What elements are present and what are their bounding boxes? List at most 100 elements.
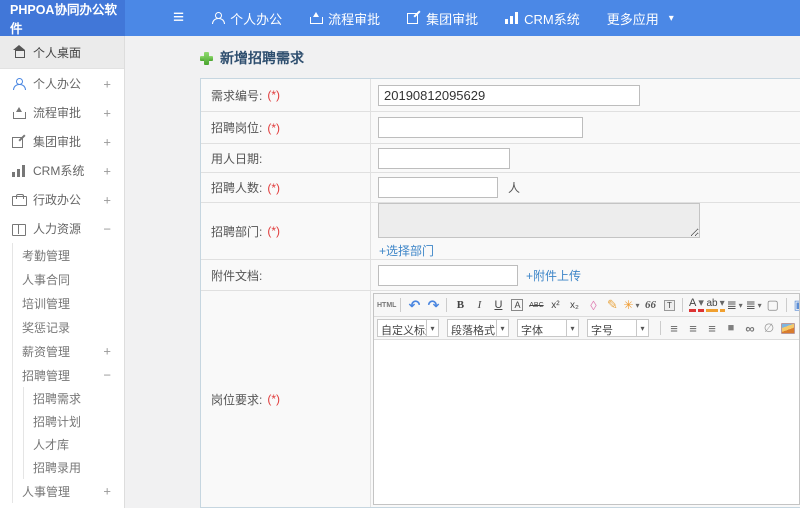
sidebar-item-reward-punish[interactable]: 奖惩记录 [13, 315, 124, 339]
field-label-text: 招聘部门: [211, 224, 263, 239]
eraser-button[interactable]: ◊ [584, 296, 602, 315]
caret-down-icon: ▾ [637, 319, 649, 337]
sidebar-item-label: 奖惩记录 [22, 320, 71, 335]
nav-label: CRM系统 [524, 11, 580, 27]
italic-button[interactable]: I [470, 296, 488, 315]
auto-typeset-button[interactable]: ✳ ▾ [622, 296, 640, 315]
sidebar-item-recruit-demand[interactable]: 招聘需求 [24, 387, 124, 410]
expand-icon[interactable]: + [103, 484, 111, 499]
app-logo[interactable]: PHPOA协同办公软件 [0, 0, 125, 36]
sidebar-item-workflow-approval[interactable]: 流程审批 + [0, 98, 124, 127]
sidebar-item-attendance[interactable]: 考勤管理 [13, 243, 124, 267]
sidebar-item-recruit-hire[interactable]: 招聘录用 [24, 456, 124, 479]
align-center-button[interactable]: ≡ [684, 319, 702, 338]
sidebar-item-hr-contract[interactable]: 人事合同 [13, 267, 124, 291]
expand-icon[interactable]: + [103, 344, 111, 359]
paste-text-button[interactable]: T [660, 296, 678, 315]
sidebar-item-admin-office[interactable]: 行政办公 + [0, 185, 124, 214]
attachment-input[interactable] [378, 264, 518, 286]
upload-attachment-link[interactable]: +附件上传 [526, 267, 581, 284]
blockquote-button[interactable]: 66 [641, 296, 659, 315]
sidebar-item-label: 薪资管理 [22, 344, 71, 359]
collapse-icon[interactable]: − [103, 368, 111, 383]
sidebar-item-talent-pool[interactable]: 人才库 [24, 433, 124, 456]
nav-personal-office[interactable]: 个人办公 [211, 9, 282, 28]
highlight-color-button[interactable]: ab ▾ [706, 296, 725, 315]
blank-page-button[interactable]: ▢ [764, 296, 782, 315]
sidebar-item-label: 个人桌面 [33, 45, 82, 60]
select-value: 自定义标题 [377, 319, 427, 337]
demand-no-input[interactable] [378, 84, 640, 106]
snapshot-button[interactable] [798, 319, 799, 338]
sidebar-item-group-approval[interactable]: 集团审批 + [0, 127, 124, 156]
nav-more-apps[interactable]: 更多应用 ▾ [607, 9, 674, 28]
sidebar-item-personnel[interactable]: 人事管理 + [13, 479, 124, 503]
field-label: 岗位要求: (*) [201, 291, 371, 507]
edit-icon [12, 136, 25, 148]
sidebar-item-label: 人才库 [33, 438, 70, 452]
department-textarea[interactable] [378, 203, 700, 238]
field-label: 招聘岗位: (*) [201, 112, 371, 143]
position-input[interactable] [378, 117, 583, 138]
unlink-button[interactable]: ∅ [760, 319, 778, 338]
format-painter-button[interactable]: ✎ [603, 296, 621, 315]
required-mark: (*) [267, 88, 281, 102]
sidebar-item-training[interactable]: 培训管理 [13, 291, 124, 315]
align-justify-button[interactable]: ■ [722, 319, 740, 338]
expand-icon[interactable]: + [103, 76, 111, 91]
border-text-button[interactable]: A [508, 296, 526, 315]
field-label-text: 招聘人数: [211, 181, 263, 195]
bold-button[interactable]: B [451, 296, 469, 315]
font-color-button[interactable]: A ▾ [687, 296, 705, 315]
sidebar-item-personal-office[interactable]: 个人办公 + [0, 69, 124, 98]
redo-button[interactable]: ↷ [424, 296, 442, 315]
sidebar-item-salary[interactable]: 薪资管理 + [13, 339, 124, 363]
link-button[interactable]: ∞ [741, 319, 759, 338]
user-icon [211, 12, 225, 24]
headcount-input[interactable] [378, 177, 498, 198]
strikethrough-button[interactable]: ABC [527, 296, 545, 315]
nav-group-approval[interactable]: 集团审批 [407, 9, 478, 28]
collapse-icon[interactable]: − [103, 221, 111, 236]
custom-title-select[interactable]: 自定义标题 ▾ [377, 319, 439, 337]
sidebar-item-desktop[interactable]: 个人桌面 [0, 36, 124, 69]
caret-down-icon: ▾ [738, 300, 743, 310]
sidebar-item-label: 招聘管理 [22, 368, 71, 383]
toolbar-separator [660, 321, 661, 335]
toolbar-separator [682, 298, 684, 312]
align-right-button[interactable]: ≡ [703, 319, 721, 338]
sidebar-item-hr[interactable]: 人力资源 − [0, 214, 124, 243]
editor-content[interactable] [374, 340, 799, 504]
image-button[interactable] [779, 319, 797, 338]
subscript-button[interactable]: x₂ [565, 296, 583, 315]
hire-date-input[interactable] [378, 147, 510, 169]
toolbar-separator [785, 298, 787, 312]
sidebar-item-crm[interactable]: CRM系统 + [0, 156, 124, 185]
sidebar-item-label: 招聘计划 [33, 415, 82, 429]
html-source-button[interactable]: HTML [377, 296, 396, 315]
nav-workflow-approval[interactable]: 流程审批 [309, 9, 380, 28]
font-family-select[interactable]: 字体 ▾ [517, 319, 579, 337]
sidebar-item-recruitment[interactable]: 招聘管理 − [13, 363, 124, 387]
expand-icon[interactable]: + [103, 105, 111, 120]
ordered-list-button[interactable]: ≣ ▾ [726, 296, 744, 315]
more-button[interactable]: ▣ [791, 296, 799, 315]
undo-button[interactable]: ↶ [405, 296, 423, 315]
sidebar-item-recruit-plan[interactable]: 招聘计划 [24, 410, 124, 433]
sidebar-item-label: 人力资源 [33, 222, 82, 236]
sidebar-group-recruitment: 招聘需求 招聘计划 人才库 招聘录用 [23, 387, 124, 479]
nav-crm[interactable]: CRM系统 [505, 9, 580, 28]
font-size-select[interactable]: 字号 ▾ [587, 319, 649, 337]
expand-icon[interactable]: + [103, 163, 111, 178]
unordered-list-button[interactable]: ≣ ▾ [745, 296, 763, 315]
hamburger-icon[interactable]: ≡ [173, 0, 184, 36]
align-left-button[interactable]: ≡ [665, 319, 683, 338]
expand-icon[interactable]: + [103, 134, 111, 149]
paragraph-format-select[interactable]: 段落格式 ▾ [447, 319, 509, 337]
expand-icon[interactable]: + [103, 192, 111, 207]
underline-button[interactable]: U [489, 296, 507, 315]
superscript-button[interactable]: x² [546, 296, 564, 315]
form-row-headcount: 招聘人数: (*) 人 [201, 173, 800, 203]
field-label: 附件文档: [201, 260, 371, 290]
select-department-link[interactable]: +选择部门 [379, 242, 434, 259]
